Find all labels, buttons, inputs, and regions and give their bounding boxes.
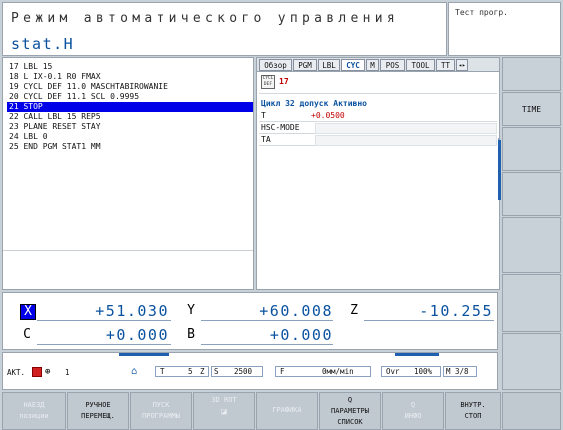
tab-tt[interactable]: TT [436,59,455,71]
program-line[interactable]: 25 END PGM STAT1 MM [9,142,101,152]
softkey-indicator [498,140,501,200]
right-softkey-7[interactable] [502,333,561,390]
axis-underline [201,344,333,345]
t-label: T [160,367,165,376]
softkey-right-corner[interactable] [502,392,561,430]
statusbar-indicator [119,353,169,356]
m-function: M 3/8 [446,367,469,376]
axis-value-b: +0.000 [269,326,333,344]
axis-underline [364,320,494,321]
tab-pgm[interactable]: PGM [293,59,317,71]
z-label: Z [200,367,205,376]
cycle-row-label: TA [261,135,271,144]
program-divider [3,250,253,251]
cycle-row-label: T [261,111,266,120]
rotation-icon: ⊕ [45,367,51,377]
test-program-box: Тест прогр. [448,2,561,56]
status-panel: Обзор PGM LBL CYC M POS TOOL TT ◂▸ CYCL … [256,57,500,290]
axis-value-x: +51.030 [95,302,169,320]
ovr-value: 100% [414,367,433,376]
axis-value-c: +0.000 [105,326,169,344]
ovr-label: Ovr [386,367,400,376]
spindle-box: S 2500 [211,366,263,377]
cycle-row-field [315,123,497,134]
program-line[interactable]: 19 CYCL DEF 11.0 MASCHTABIROWANIE [9,82,168,92]
softkey-3d-rot[interactable]: 3D ROT ◪ [193,392,255,430]
program-line[interactable]: 22 CALL LBL 15 REP5 [9,112,101,122]
right-softkey-time[interactable]: TIME [502,92,561,126]
axis-underline [37,320,171,321]
tab-pos[interactable]: POS [380,59,405,71]
program-line[interactable]: 24 LBL 0 [9,132,48,142]
divider [259,93,497,94]
tool-number: 5 [188,367,193,376]
cycl-def-icon: CYCL DEF [261,75,275,89]
program-line[interactable]: 18 L IX-0.1 R0 FMAX [9,72,101,82]
axis-letter-b: B [187,327,195,342]
axis-value-y: +60.008 [259,302,333,320]
test-program-label: Тест прогр. [455,8,508,17]
f-label: F [280,367,285,376]
status-number: 1 [65,368,70,377]
cycle-header: Цикл 32 допуск Активно [261,99,367,108]
cycle-row: TA [259,134,497,146]
status-tabs: Обзор PGM LBL CYC M POS TOOL TT ◂▸ [257,58,499,72]
tab-cyc[interactable]: CYC [341,59,365,71]
axis-underline [201,320,333,321]
axis-display: X +51.030 Y +60.008 Z -10.255 C +0.000 B… [2,292,498,350]
cycle-number: 17 [279,77,289,86]
cycle-header-row: Цикл 32 допуск Активно [259,98,497,109]
softkey-internal-stop[interactable]: ВНУТР. СТОП [445,392,501,430]
tab-scroll-arrows-icon[interactable]: ◂▸ [456,59,468,71]
s-label: S [214,367,219,376]
program-line[interactable]: 17 LBL 15 [9,62,52,72]
softkey-manual-move[interactable]: РУЧНОЕ ПЕРЕМЕЩ. [67,392,129,430]
program-line[interactable]: 20 CYCL DEF 11.1 SCL 0.9995 [9,92,139,102]
tab-lbl[interactable]: LBL [318,59,340,71]
program-file-name: stat.H [11,35,75,53]
axis-letter-x: X [20,304,36,320]
program-listing[interactable]: 17 LBL 15 18 L IX-0.1 R0 FMAX 19 CYCL DE… [2,57,254,290]
cycle-row-value: +0.0500 [311,111,345,120]
tab-overview[interactable]: Обзор [259,59,292,71]
axis-value-z: -10.255 [419,302,493,320]
cycle-row: HSC-MODE [259,122,497,134]
datum-icon [32,367,42,377]
softkey-q-parameter-list[interactable]: Q ПАРАМЕТРЫ СПИСОК [319,392,381,430]
right-softkey-4[interactable] [502,172,561,216]
tab-m[interactable]: M [366,59,379,71]
cycle-row-label: HSC-MODE [261,123,300,132]
m-function-box: M 3/8 [443,366,477,377]
header-panel: Режим автоматического управления stat.H [2,2,447,56]
axis-letter-z: Z [350,303,358,318]
spindle-speed: 2500 [234,367,253,376]
axis-underline [37,344,171,345]
program-line-selected[interactable]: 21 STOP [7,102,253,112]
tab-tool[interactable]: TOOL [406,59,435,71]
mode-title: Режим автоматического управления [11,11,400,26]
right-softkey-1[interactable] [502,57,561,91]
right-softkey-3[interactable] [502,127,561,171]
right-softkey-5[interactable] [502,217,561,273]
right-softkey-6[interactable] [502,274,561,332]
cycle-row-field [315,135,497,146]
status-bar: АКТ. ⊕ 1 ⌂ T 5 Z S 2500 F 0мм/мin Ovr 10… [2,352,498,390]
softkey-q-info[interactable]: Q ИНФО [382,392,444,430]
feed-box: F 0мм/мin [275,366,371,377]
axis-letter-c: C [23,327,31,342]
mode-label: АКТ. [7,368,26,377]
softkey-program-start[interactable]: ПУСК ПРОГРАММЫ [130,392,192,430]
program-line[interactable]: 23 PLANE RESET STAY [9,122,101,132]
softkey-graphics[interactable]: ГРАФИКА [256,392,318,430]
axis-letter-y: Y [187,303,195,318]
tool-box: T 5 Z [155,366,209,377]
override-box: Ovr 100% [381,366,441,377]
statusbar-indicator [395,353,439,356]
cycle-row: T +0.0500 [259,110,497,122]
softkey-approach-position[interactable]: НАЕЗД позиции [2,392,66,430]
feed-rate: 0мм/мin [322,367,354,376]
3d-rot-icon: ◪ [221,407,227,417]
tool-holder-icon: ⌂ [131,366,138,377]
